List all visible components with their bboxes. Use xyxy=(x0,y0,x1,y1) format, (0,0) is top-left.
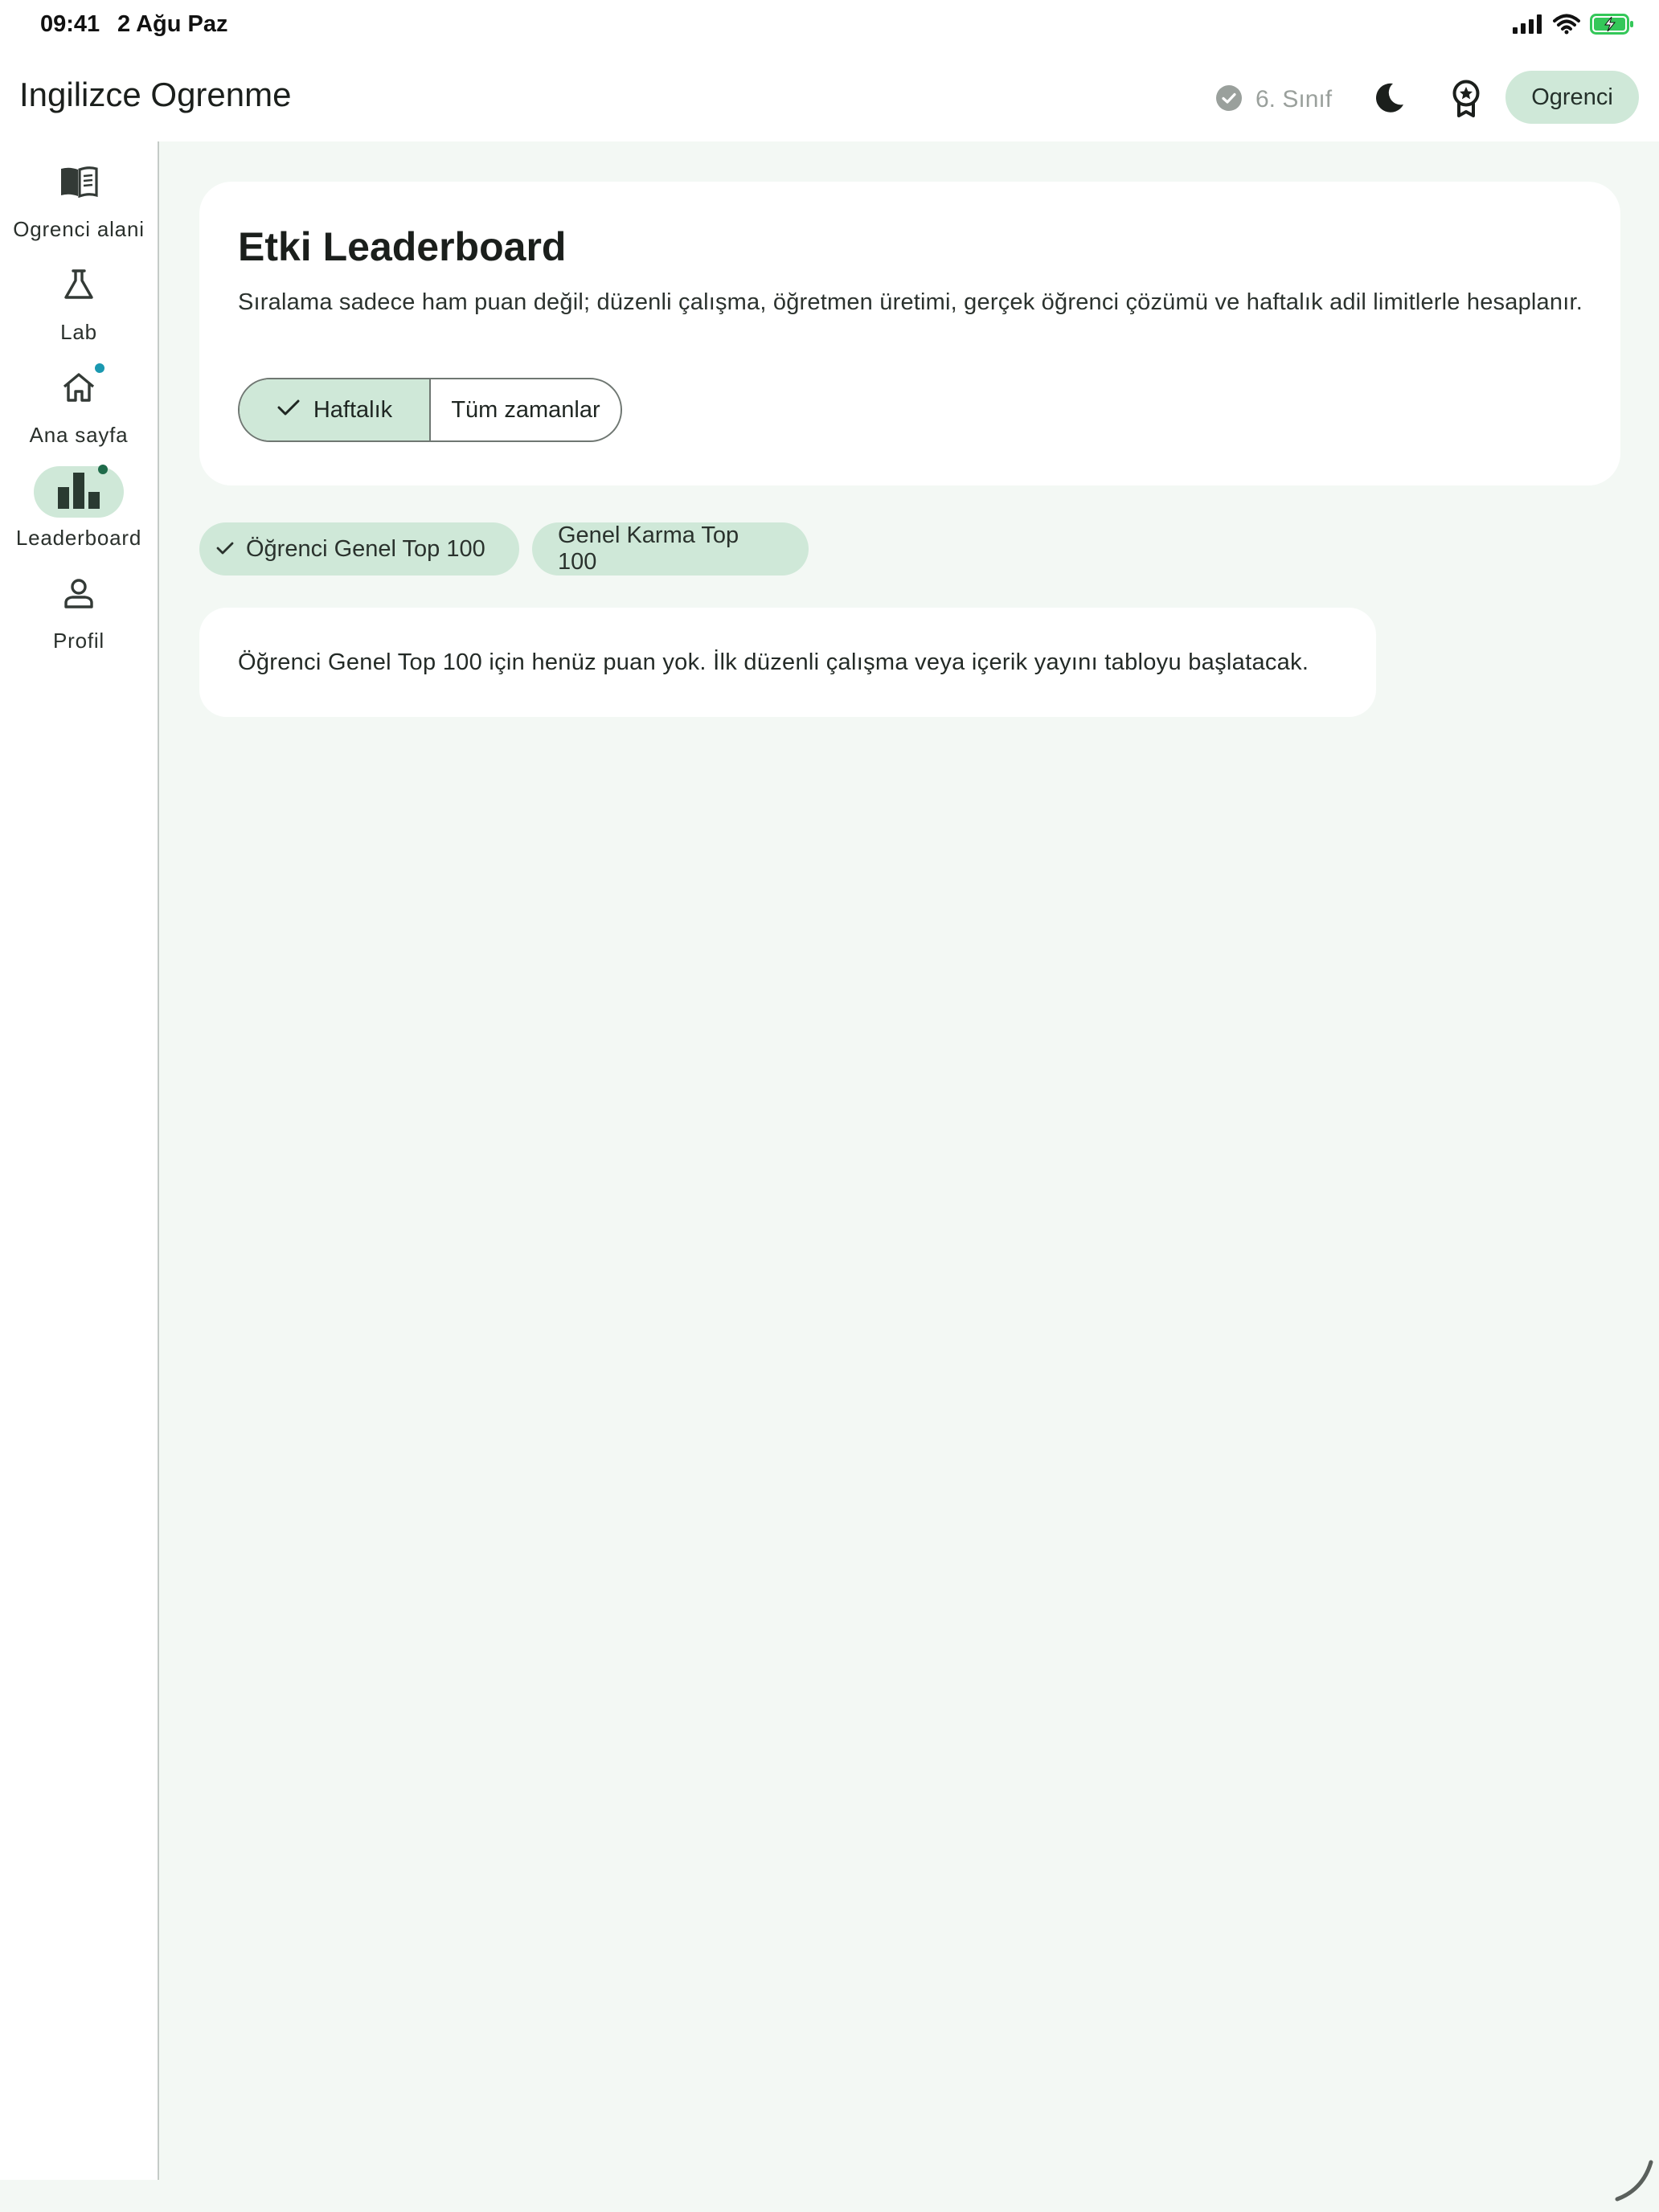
rail-item-label: Leaderboard xyxy=(15,526,142,550)
rail-icon-wrap xyxy=(34,363,124,415)
status-time: 09:41 xyxy=(40,11,100,37)
rail-item-label: Profil xyxy=(52,629,105,653)
rail-item-profil[interactable]: Profil xyxy=(0,569,158,664)
segment-label: Tüm zamanlar xyxy=(451,396,600,423)
top-app-bar: Ingilizce Ogrenme 6. Sınıf Ogrenci xyxy=(0,51,1659,141)
bottom-strip xyxy=(0,2180,1659,2212)
home-icon xyxy=(61,371,96,408)
chip-label: Öğrenci Genel Top 100 xyxy=(246,535,485,562)
wifi-icon xyxy=(1553,14,1580,39)
rail-icon-wrap xyxy=(34,465,124,518)
main-content: Etki Leaderboard Sıralama sadece ham pua… xyxy=(159,141,1659,2180)
rail-item-ana-sayfa[interactable]: Ana sayfa xyxy=(0,363,158,458)
filter-chip-genel-karma-top-100[interactable]: Genel Karma Top 100 xyxy=(532,522,809,576)
page-description: Sıralama sadece ham puan değil; düzenli … xyxy=(238,289,1583,315)
notification-badge xyxy=(95,363,104,373)
empty-state-message: Öğrenci Genel Top 100 için henüz puan yo… xyxy=(238,649,1309,675)
role-chip[interactable]: Ogrenci xyxy=(1505,71,1639,124)
resize-handle-icon[interactable] xyxy=(1611,2157,1656,2206)
period-segmented-button: Haftalık Tüm zamanlar xyxy=(238,378,622,442)
check-circle-icon xyxy=(1215,84,1243,116)
rail-item-leaderboard[interactable]: Leaderboard xyxy=(0,465,158,561)
page-title: Etki Leaderboard xyxy=(238,224,567,269)
status-date: 2 Ağu Paz xyxy=(117,11,228,37)
status-icons xyxy=(1513,13,1635,39)
grade-indicator[interactable]: 6. Sınıf xyxy=(1215,80,1332,119)
rail-item-label: Ana sayfa xyxy=(29,423,129,447)
grade-label: 6. Sınıf xyxy=(1256,86,1333,113)
rail-icon-wrap xyxy=(34,569,124,621)
segment-label: Haftalık xyxy=(313,396,393,423)
app-root: 09:41 2 Ağu Paz Ingilizce Ogrenme 6. Sın… xyxy=(0,0,1659,2212)
notification-badge xyxy=(98,465,108,474)
dark-mode-button[interactable] xyxy=(1363,74,1415,125)
chip-label: Genel Karma Top 100 xyxy=(558,522,739,575)
rail-item-ogrenci-alani[interactable]: Ogrenci alani xyxy=(0,158,158,252)
segment-haftalik[interactable]: Haftalık xyxy=(240,379,431,440)
status-bar: 09:41 2 Ağu Paz xyxy=(0,0,1659,51)
person-icon xyxy=(63,577,95,613)
check-icon xyxy=(276,397,301,424)
achievements-button[interactable] xyxy=(1440,74,1492,125)
rail-item-lab[interactable]: Lab xyxy=(0,260,158,355)
flask-icon xyxy=(63,268,95,305)
empty-state-card: Öğrenci Genel Top 100 için henüz puan yo… xyxy=(199,608,1376,717)
rail-icon-wrap xyxy=(34,158,124,209)
cellular-signal-icon xyxy=(1513,14,1543,38)
rail-icon-wrap xyxy=(34,260,124,312)
app-title: Ingilizce Ogrenme xyxy=(19,76,292,113)
check-icon xyxy=(215,536,235,563)
filter-chip-ogrenci-genel-top-100[interactable]: Öğrenci Genel Top 100 xyxy=(199,522,519,576)
rail-item-label: Lab xyxy=(60,320,97,344)
book-icon xyxy=(59,166,98,202)
segment-tum-zamanlar[interactable]: Tüm zamanlar xyxy=(431,379,621,440)
award-icon xyxy=(1450,79,1482,121)
navigation-rail: Ogrenci alani Lab Ana sayfa Leaderboard … xyxy=(0,141,159,2180)
battery-charging-icon xyxy=(1590,13,1635,39)
bar-chart-icon xyxy=(56,471,101,514)
leaderboard-header-card: Etki Leaderboard Sıralama sadece ham pua… xyxy=(199,182,1620,485)
moon-icon xyxy=(1371,80,1407,120)
rail-item-label: Ogrenci alani xyxy=(13,217,145,241)
